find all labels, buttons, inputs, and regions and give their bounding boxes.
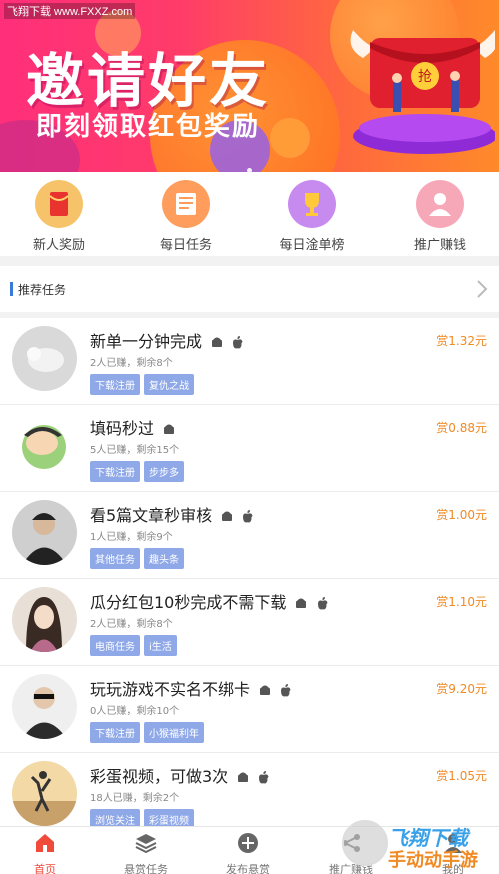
carousel-indicator [0,158,499,172]
task-tag: 电商任务 [90,635,140,656]
red-envelope-icon [35,180,83,228]
task-tags: 下载注册 复仇之战 [90,374,198,395]
task-item[interactable]: 填码秒过 5人已赚，剩余15个 下载注册 步步多 赏0.88元 [0,405,499,492]
task-stats: 0人已赚，剩余10个 [90,706,180,717]
envelope-label: 抢 [418,68,432,85]
nav-label: 每日淦单榜 [279,238,345,253]
banner-subtitle: 即刻领取红包奖励 [36,112,261,142]
android-icon [164,424,175,434]
list-icon [162,180,210,228]
avatar [12,587,77,652]
task-title-text: 彩蛋视频，可做3次 [90,767,229,786]
task-title-text: 填码秒过 [90,419,155,438]
task-tags: 电商任务 i生活 [90,635,181,656]
tab-home[interactable]: 首页 [0,831,90,874]
watermark-text: 手动动手游 [388,850,478,871]
nav-daily-task[interactable]: 每日任务 [136,180,236,253]
plus-circle-icon [238,833,258,853]
task-title: 瓜分红包10秒完成不需下载 [90,589,328,613]
apple-icon [233,336,243,349]
tab-label: 发布悬赏 [226,863,270,874]
task-reward: 赏9.20元 [436,682,487,696]
task-stats: 5人已赚，剩余15个 [90,445,180,456]
android-icon [260,685,271,695]
android-icon [212,337,223,347]
task-reward: 赏1.00元 [436,508,487,522]
task-title: 彩蛋视频，可做3次 [90,763,269,787]
layers-icon [135,834,157,854]
task-item[interactable]: 瓜分红包10秒完成不需下载 2人已赚，剩余8个 电商任务 i生活 赏1.10元 [0,579,499,666]
nav-daily-rank[interactable]: 每日淦单榜 [262,180,362,253]
task-tag: 步步多 [144,461,184,482]
tab-label: 悬赏任务 [124,863,168,874]
tab-label: 首页 [34,863,56,874]
task-title-text: 看5篇文章秒审核 [90,506,213,525]
invite-banner[interactable]: 飞翔下载 www.FXXZ.com 邀请好友 即刻领取红包奖励 抢 [0,0,499,172]
task-reward: 赏0.88元 [436,421,487,435]
task-title: 看5篇文章秒审核 [90,502,253,526]
task-stats: 2人已赚，剩余8个 [90,619,173,630]
task-tag: 小猴福利年 [144,722,204,743]
task-title-text: 玩玩游戏不实名不绑卡 [90,680,251,699]
apple-icon [281,684,291,697]
chevron-right-icon[interactable] [475,279,489,299]
android-icon [222,511,233,521]
trophy-icon [288,180,336,228]
task-title-text: 瓜分红包10秒完成不需下载 [90,593,287,612]
task-title-text: 新单一分钟完成 [90,332,203,351]
home-icon [36,834,54,852]
task-tags: 下载注册 小猴福利年 [90,722,208,743]
task-tag: 其他任务 [90,548,140,569]
site-watermark-logo: 飞翔下载 手动动手游 [340,818,499,874]
task-item[interactable]: 玩玩游戏不实名不绑卡 0人已赚，剩余10个 下载注册 小猴福利年 赏9.20元 [0,666,499,753]
task-title: 玩玩游戏不实名不绑卡 [90,676,291,700]
task-reward: 赏1.05元 [436,769,487,783]
task-tag: 下载注册 [90,461,140,482]
task-tags: 下载注册 步步多 [90,461,188,482]
apple-icon [243,510,253,523]
section-marker [10,282,13,296]
apple-icon [259,771,269,784]
avatar [12,674,77,739]
task-title: 填码秒过 [90,415,175,439]
tab-publish-reward[interactable]: 发布悬赏 [203,831,293,874]
nav-label: 每日任务 [159,238,212,253]
task-tag: 下载注册 [90,374,140,395]
task-tags: 其他任务 趣头条 [90,548,188,569]
site-watermark: 飞翔下载 www.FXXZ.com [4,3,136,19]
divider [0,256,499,266]
task-stats: 1人已赚，剩余9个 [90,532,173,543]
task-item[interactable]: 新单一分钟完成 2人已赚，剩余8个 下载注册 复仇之战 赏1.32元 [0,318,499,405]
nav-promote-earn[interactable]: 推广赚钱 [390,180,490,253]
nav-label: 新人奖励 [32,238,85,253]
avatar [12,326,77,391]
section-title: 推荐任务 [18,283,67,297]
task-reward: 赏1.10元 [436,595,487,609]
decor-blob [270,118,310,158]
task-stats: 2人已赚，剩余8个 [90,358,173,369]
nav-new-user-reward[interactable]: 新人奖励 [9,180,109,253]
nav-label: 推广赚钱 [413,238,466,253]
tab-reward-tasks[interactable]: 悬赏任务 [101,831,191,874]
apple-icon [317,597,328,610]
android-icon [296,598,307,608]
quick-nav: 新人奖励 每日任务 每日淦单榜 推广赚钱 [0,172,499,256]
task-tag: 趣头条 [144,548,184,569]
recommended-tasks-header[interactable]: 推荐任务 [0,266,499,312]
android-icon [238,772,249,782]
task-tag: i生活 [144,635,177,656]
task-title: 新单一分钟完成 [90,328,243,352]
task-stats: 18人已赚，剩余2个 [90,793,180,804]
task-reward: 赏1.32元 [436,334,487,348]
avatar [12,761,77,826]
avatar [12,413,77,478]
task-tag: 下载注册 [90,722,140,743]
user-money-icon [416,180,464,228]
task-item[interactable]: 看5篇文章秒审核 1人已赚，剩余9个 其他任务 趣头条 赏1.00元 [0,492,499,579]
task-tag: 复仇之战 [144,374,194,395]
watermark-logo-icon [342,820,388,866]
avatar [12,500,77,565]
red-envelope-illustration: 抢 [350,30,495,154]
